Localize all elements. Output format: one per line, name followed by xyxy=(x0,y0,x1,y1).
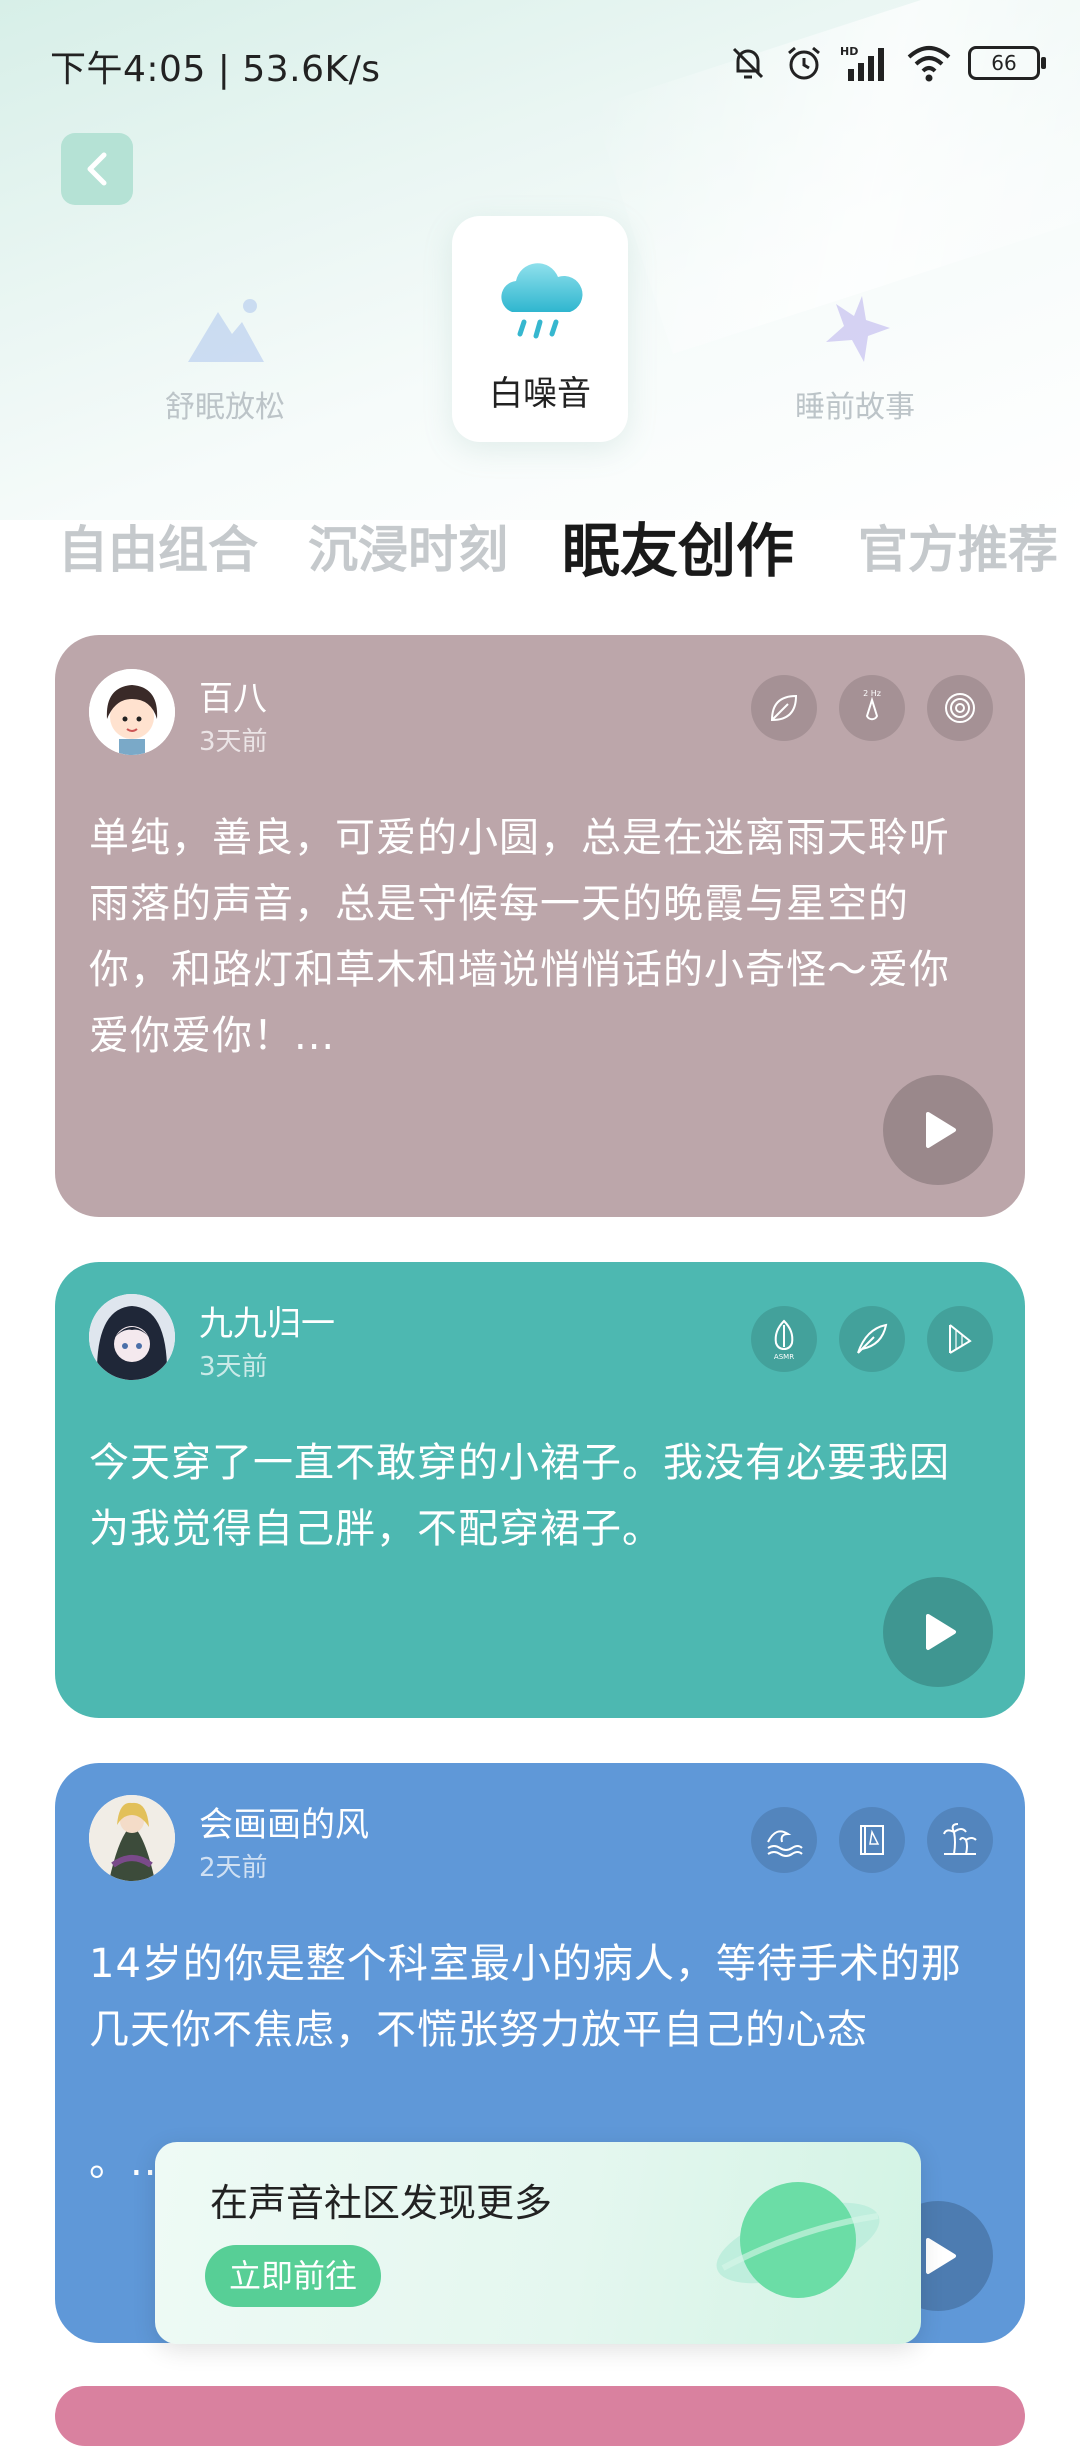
palm-tree-icon xyxy=(927,1807,993,1873)
banner-title: 在声音社区发现更多 xyxy=(210,2181,553,2225)
avatar[interactable] xyxy=(89,1795,175,1881)
creation-card[interactable] xyxy=(55,2386,1025,2446)
creation-card[interactable]: 百八 3天前 2 Hz 单纯，善良，可爱的小圆，总是在迷离雨天聆听雨落的声音，总… xyxy=(55,635,1025,1217)
post-text: 单纯，善良，可爱的小圆，总是在迷离雨天聆听雨落的声音，总是守候每一天的晚霞与星空… xyxy=(89,815,950,1059)
post-text: 今天穿了一直不敢穿的小裙子。我没有必要我因为我觉得自己胖，不配穿裙子。 xyxy=(89,1440,950,1552)
tab-user-creations[interactable]: 眠友创作 xyxy=(562,504,794,588)
tab-bar: 自由组合 沉浸时刻 眠友创作 官方推荐 xyxy=(0,510,1080,590)
harp-icon xyxy=(927,1306,993,1372)
play-icon xyxy=(926,1614,956,1650)
spiral-icon xyxy=(927,675,993,741)
play-icon xyxy=(926,2238,956,2274)
back-button[interactable] xyxy=(61,133,133,205)
tab-free-combine[interactable]: 自由组合 xyxy=(58,510,258,582)
mute-bell-icon xyxy=(732,47,764,79)
alarm-icon xyxy=(788,46,820,80)
username[interactable]: 九九归一 xyxy=(199,1296,335,1345)
avatar[interactable] xyxy=(89,669,175,755)
2hz-drop-icon: 2 Hz xyxy=(839,675,905,741)
category-white-noise[interactable]: 白噪音 xyxy=(452,216,628,442)
planet-icon xyxy=(716,2182,880,2298)
leaf-icon xyxy=(751,675,817,741)
post-time: 2天前 xyxy=(199,1853,268,1883)
sound-label: ASMR xyxy=(774,1353,794,1361)
go-now-button[interactable]: 立即前往 xyxy=(205,2245,381,2307)
username[interactable]: 百八 xyxy=(199,671,267,720)
feather-icon xyxy=(839,1306,905,1372)
wifi-icon xyxy=(907,46,951,82)
username[interactable]: 会画画的风 xyxy=(199,1797,369,1846)
status-icons: HD 66 xyxy=(728,38,1046,88)
chevron-left-icon xyxy=(87,152,107,186)
rain-cloud-icon xyxy=(501,263,583,339)
creation-card[interactable]: 九九归一 3天前 ASMR 今天穿了一直不敢穿的小裙子。我没有必要我因为我觉得自… xyxy=(55,1262,1025,1718)
tab-official-recommend[interactable]: 官方推荐 xyxy=(858,510,1058,582)
community-banner[interactable]: 在声音社区发现更多 立即前往 xyxy=(155,2142,921,2344)
svg-text:HD: HD xyxy=(840,45,858,58)
post-time: 3天前 xyxy=(199,1352,268,1382)
waves-icon xyxy=(751,1807,817,1873)
play-icon xyxy=(926,1112,956,1148)
category-label: 睡前故事 xyxy=(795,390,915,425)
star-icon xyxy=(826,296,890,362)
book-icon xyxy=(839,1807,905,1873)
sound-icons xyxy=(751,1807,993,1873)
category-sleep-relax[interactable]: 舒眠放松 xyxy=(160,290,290,426)
battery-indicator: 66 xyxy=(968,46,1046,80)
post-text: 14岁的你是整个科室最小的病人，等待手术的那几天你不焦虑，不慌张努力放平自己的心… xyxy=(89,1941,962,2053)
tab-immersive[interactable]: 沉浸时刻 xyxy=(308,510,508,582)
category-bedtime-story[interactable]: 睡前故事 xyxy=(790,290,920,426)
play-button[interactable] xyxy=(883,1075,993,1185)
sound-icons: ASMR xyxy=(751,1306,993,1372)
asmr-icon: ASMR xyxy=(751,1306,817,1372)
category-label: 白噪音 xyxy=(489,374,591,414)
signal-icon: HD xyxy=(840,45,884,81)
sound-icons: 2 Hz xyxy=(751,675,993,741)
category-label: 舒眠放松 xyxy=(165,390,285,425)
mountain-icon xyxy=(188,299,264,362)
play-button[interactable] xyxy=(883,1577,993,1687)
avatar[interactable] xyxy=(89,1294,175,1380)
status-time-speed: 下午4:05 | 53.6K/s xyxy=(50,49,381,90)
post-time: 3天前 xyxy=(199,727,268,757)
